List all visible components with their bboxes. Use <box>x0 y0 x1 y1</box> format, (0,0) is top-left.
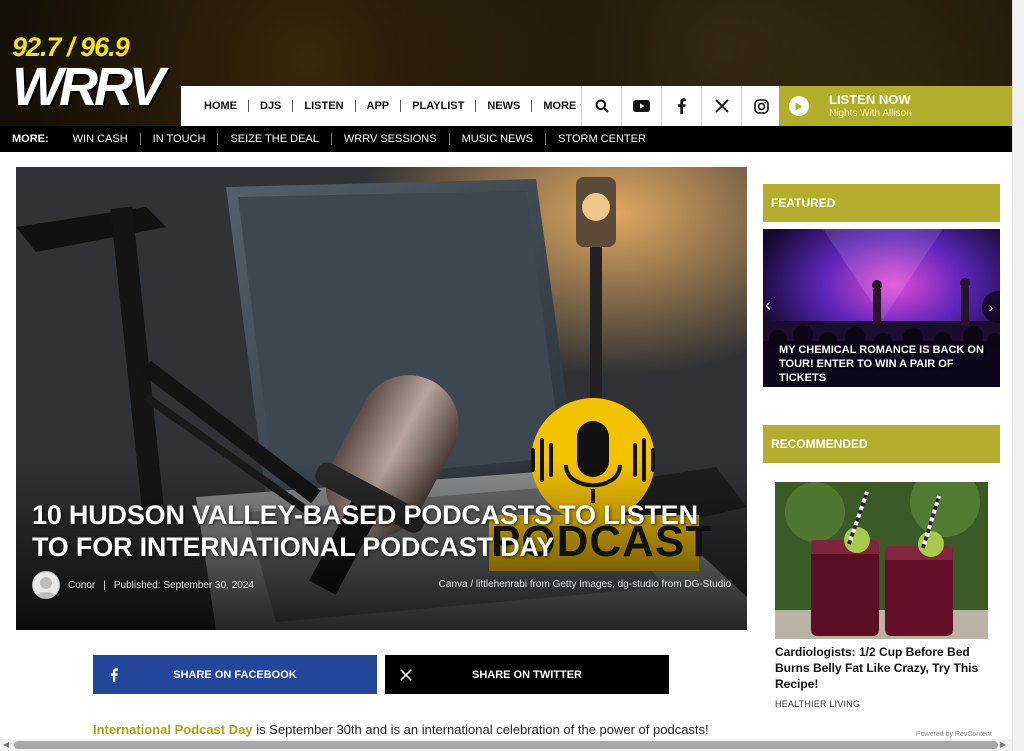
search-icon[interactable] <box>581 86 621 126</box>
share-facebook-button[interactable]: SHARE ON FACEBOOK <box>93 655 377 694</box>
more-music-news[interactable]: MUSIC NEWS <box>450 133 547 145</box>
nav-playlist[interactable]: PLAYLIST <box>401 100 477 112</box>
article-byline: Conor | Published: September 30, 2024 <box>32 571 254 599</box>
listen-now-button[interactable]: LISTEN NOW Nights With Allison <box>779 86 1012 126</box>
podcast-day-link[interactable]: International Podcast Day <box>93 722 253 737</box>
share-facebook-label: SHARE ON FACEBOOK <box>173 668 297 681</box>
more-in-touch[interactable]: IN TOUCH <box>141 133 219 145</box>
featured-caption: My Chemical Romance Is Back On Tour! Ent… <box>779 344 984 384</box>
carousel-prev-icon[interactable]: ‹ <box>765 295 771 316</box>
featured-heading: FEATURED <box>763 184 1000 222</box>
youtube-icon[interactable] <box>621 86 661 126</box>
recommended-heading: RECOMMENDED <box>763 425 1000 463</box>
nav-app[interactable]: APP <box>356 100 402 112</box>
social-icons <box>581 86 781 126</box>
vertical-scrollbar[interactable] <box>1012 0 1024 751</box>
scroll-right-icon[interactable]: ▶ <box>1000 740 1006 749</box>
x-icon <box>393 668 419 681</box>
paragraph-text: is September 30th and is an internationa… <box>252 722 709 737</box>
publish-date: Published: September 30, 2024 <box>113 579 254 591</box>
more-label: MORE: <box>12 133 49 145</box>
byline-separator: | <box>103 579 106 591</box>
nav-home[interactable]: HOME <box>193 100 249 112</box>
author-avatar[interactable] <box>32 571 60 599</box>
horizontal-scrollbar[interactable]: ◀ ▶ <box>0 739 1012 751</box>
more-seize-the-deal[interactable]: SEIZE THE DEAL <box>218 133 332 145</box>
secondary-nav: MORE: WIN CASH IN TOUCH SEIZE THE DEAL W… <box>0 126 1012 152</box>
recommended-title[interactable]: Cardiologists: 1/2 Cup Before Bed Burns … <box>775 644 988 692</box>
revcontent-credit[interactable]: Powered by RevContent <box>916 731 992 738</box>
more-storm-center[interactable]: STORM CENTER <box>546 133 658 145</box>
main-nav: HOME DJS LISTEN APP PLAYLIST NEWS MORE <box>181 86 589 126</box>
facebook-icon <box>101 667 127 682</box>
recommended-source: HEALTHIER LIVING <box>775 699 861 709</box>
nav-more-label: MORE <box>543 100 577 112</box>
play-icon <box>789 96 809 116</box>
article-title[interactable]: 10 Hudson Valley-Based Podcasts to Liste… <box>32 499 732 563</box>
hero-article[interactable]: PODCAST 10 Hudson Valley-Based Podcasts … <box>16 167 747 630</box>
article-paragraph: International Podcast Day is September 3… <box>93 722 733 737</box>
nav-listen[interactable]: LISTEN <box>293 100 356 112</box>
instagram-icon[interactable] <box>741 86 781 126</box>
recommended-image[interactable] <box>775 482 988 639</box>
scroll-left-icon[interactable]: ◀ <box>3 740 9 749</box>
featured-slide[interactable]: ‹ › My Chemical Romance Is Back On Tour!… <box>763 229 1000 387</box>
station-logo[interactable]: 92.7 / 96.9 WRRV <box>12 32 172 120</box>
image-credit: Canva / littlehenrabi from Getty Images,… <box>438 579 731 590</box>
nav-djs[interactable]: DJS <box>249 100 294 112</box>
listen-now-show: Nights With Allison <box>829 107 912 119</box>
author-name[interactable]: Conor <box>68 580 95 591</box>
share-twitter-label: SHARE ON TWITTER <box>472 668 582 681</box>
horizontal-scroll-thumb[interactable] <box>14 741 998 749</box>
listen-now-text: LISTEN NOW Nights With Allison <box>829 91 912 120</box>
x-icon[interactable] <box>701 86 741 126</box>
nav-news[interactable]: NEWS <box>476 100 533 112</box>
more-wrrv-sessions[interactable]: WRRV SESSIONS <box>332 133 450 145</box>
drinks-image <box>775 482 988 639</box>
logo-callsign: WRRV <box>12 57 165 117</box>
more-win-cash[interactable]: WIN CASH <box>61 133 141 145</box>
share-twitter-button[interactable]: SHARE ON TWITTER <box>385 655 669 694</box>
listen-now-title: LISTEN NOW <box>829 91 911 107</box>
facebook-icon[interactable] <box>661 86 701 126</box>
